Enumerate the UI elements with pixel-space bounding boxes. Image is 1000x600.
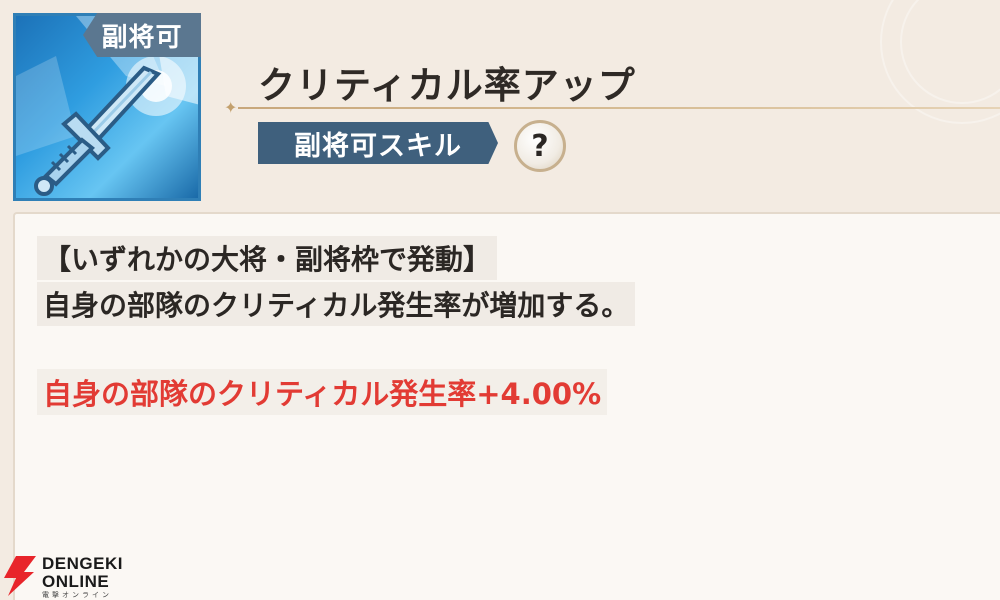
description-panel: 【いずれかの大将・副将枠で発動】 自身の部隊のクリティカル発生率が増加する。 自… bbox=[13, 212, 1000, 600]
logo-text-line1: DENGEKI bbox=[42, 554, 123, 573]
title-divider bbox=[238, 107, 1000, 109]
logo-text-line3: 電撃オンライン bbox=[42, 592, 112, 599]
skill-description: 自身の部隊のクリティカル発生率が増加する。 bbox=[37, 282, 636, 326]
logo-text-line2: ONLINE bbox=[42, 572, 110, 591]
help-button[interactable]: ? bbox=[514, 120, 566, 172]
deputy-tag: 副将可 bbox=[83, 13, 201, 57]
skill-title: クリティカル率アップ bbox=[258, 64, 636, 107]
lightning-bolt-icon bbox=[4, 556, 36, 596]
deputy-skill-badge: 副将可スキル bbox=[258, 122, 498, 164]
activation-condition: 【いずれかの大将・副将枠で発動】 bbox=[37, 236, 498, 280]
skill-effect-value: 自身の部隊のクリティカル発生率+4.00% bbox=[37, 369, 608, 415]
ornament-icon: ✦ bbox=[224, 98, 238, 117]
dengeki-online-logo: DENGEKI ONLINE 電撃オンライン bbox=[2, 552, 127, 599]
question-mark-icon: ? bbox=[531, 128, 549, 164]
